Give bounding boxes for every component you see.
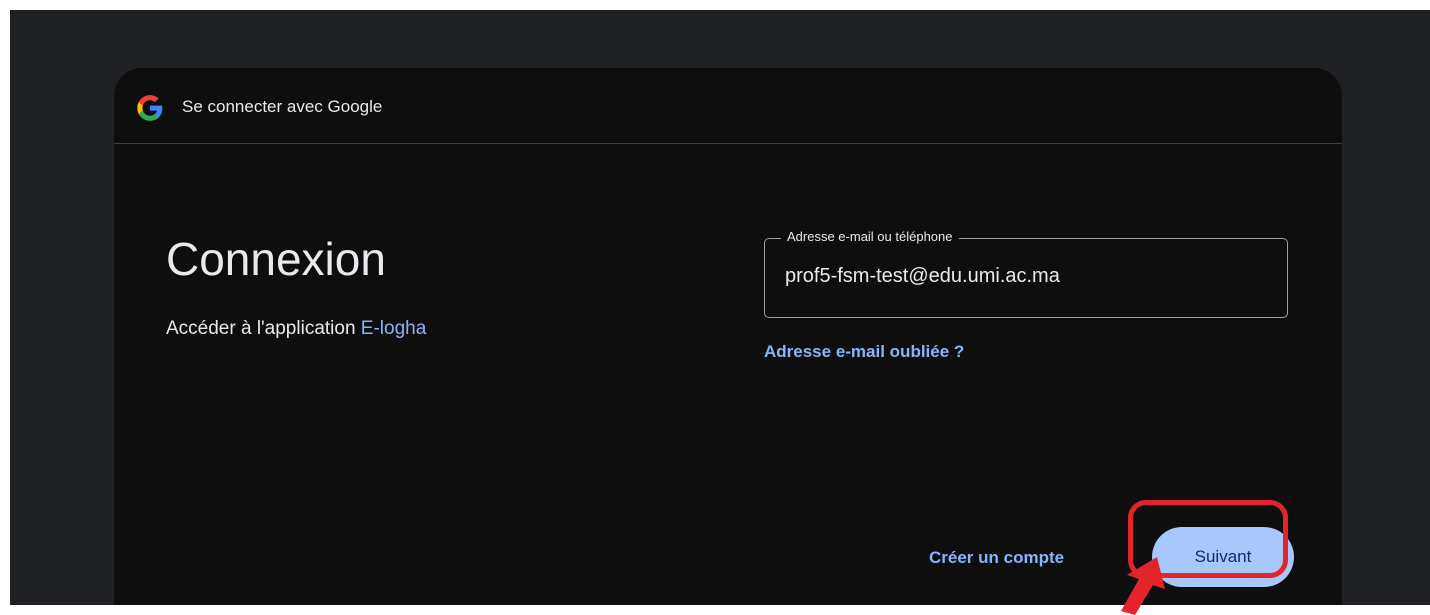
email-field[interactable]: Adresse e-mail ou téléphone (764, 229, 1288, 318)
browser-frame: Se connecter avec Google Connexion Accéd… (10, 10, 1430, 605)
email-field-label: Adresse e-mail ou téléphone (781, 229, 959, 244)
subtitle: Accéder à l'application E-logha (166, 318, 426, 340)
subtitle-text: Accéder à l'application (166, 318, 361, 339)
header-title: Se connecter avec Google (182, 97, 383, 116)
forgot-email-link[interactable]: Adresse e-mail oubliée ? (764, 342, 964, 362)
create-account-link[interactable]: Créer un compte (929, 548, 1064, 568)
page-title: Connexion (166, 233, 386, 285)
email-input[interactable] (785, 265, 1255, 288)
google-g-icon (137, 95, 163, 121)
card-header: Se connecter avec Google (114, 68, 1342, 144)
app-name-link[interactable]: E-logha (361, 318, 427, 339)
signin-card: Se connecter avec Google Connexion Accéd… (114, 68, 1342, 605)
next-button[interactable]: Suivant (1152, 527, 1294, 587)
